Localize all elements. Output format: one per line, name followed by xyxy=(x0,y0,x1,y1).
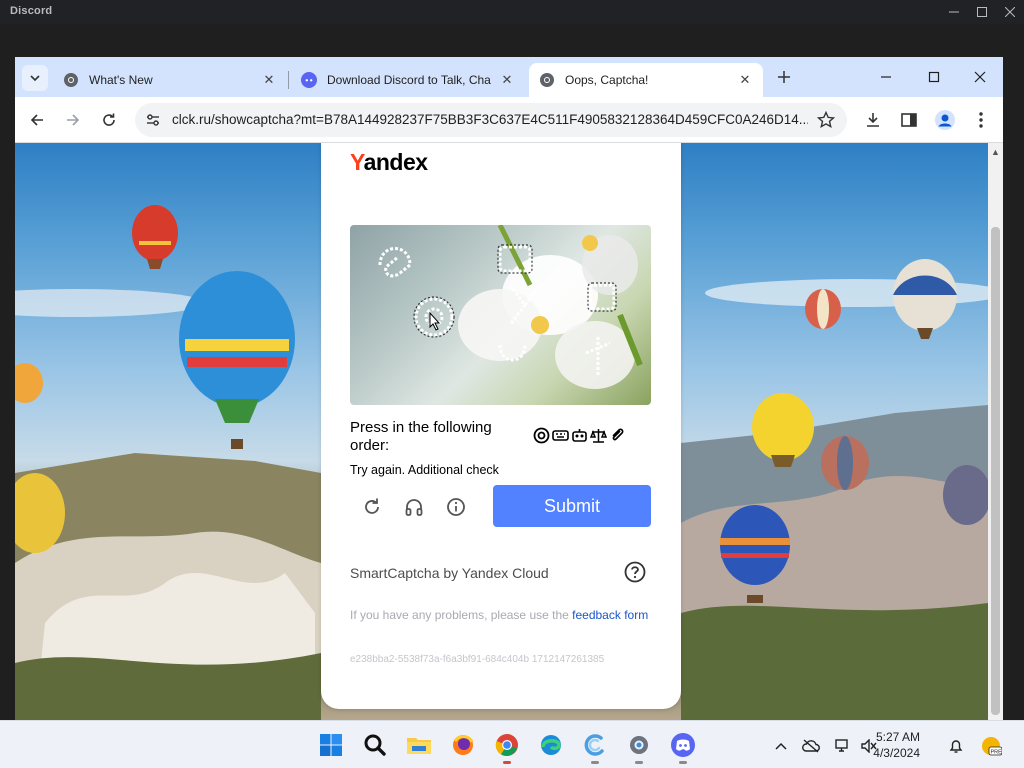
vertical-scrollbar[interactable]: ▲ xyxy=(988,143,1003,721)
tab-separator xyxy=(288,71,289,89)
scroll-thumb[interactable] xyxy=(991,227,1000,715)
tab-title: Download Discord to Talk, Cha xyxy=(327,73,491,87)
captcha-challenge-image[interactable] xyxy=(350,225,651,405)
back-button[interactable] xyxy=(23,106,51,134)
downloads-button[interactable] xyxy=(859,106,887,134)
reload-button[interactable] xyxy=(95,106,123,134)
audio-captcha-button[interactable] xyxy=(400,493,428,521)
chrome-icon[interactable] xyxy=(491,729,523,764)
tab-close-icon[interactable]: ✕ xyxy=(261,72,277,88)
edge-icon[interactable] xyxy=(535,729,567,761)
paperclip-icon xyxy=(609,427,626,444)
file-explorer-icon[interactable] xyxy=(403,729,435,761)
captcha-hint: Try again. Additional check xyxy=(350,463,499,477)
cloud-offline-icon[interactable] xyxy=(800,735,822,757)
bookmark-star-icon[interactable] xyxy=(817,111,835,129)
settings-icon[interactable] xyxy=(623,729,655,764)
system-clock[interactable]: 5:27 AM 4/3/2024 xyxy=(864,729,920,761)
url-text[interactable]: clck.ru/showcaptcha?mt=B78A144928237F75B… xyxy=(172,112,808,127)
maximize-icon xyxy=(928,71,940,83)
firefox-icon[interactable] xyxy=(447,729,479,761)
info-button[interactable] xyxy=(442,493,470,521)
notifications-bell-icon[interactable] xyxy=(945,735,967,757)
tab-search-button[interactable] xyxy=(22,65,48,91)
forward-button[interactable] xyxy=(59,106,87,134)
captcha-flowers-image xyxy=(378,225,643,389)
captcha-order-icons xyxy=(533,427,626,445)
search-icon[interactable] xyxy=(359,729,391,761)
discord-close-button[interactable] xyxy=(994,0,1024,24)
kebab-menu-icon xyxy=(979,112,983,128)
tab-close-icon[interactable]: ✕ xyxy=(499,72,515,88)
captcha-card: Yandex Press in the following order: Try… xyxy=(321,143,681,709)
tab-title: What's New xyxy=(89,73,153,87)
discord-icon xyxy=(301,72,317,88)
tab-close-icon[interactable]: ✕ xyxy=(737,72,753,88)
minimize-icon xyxy=(881,76,891,78)
submit-button[interactable]: Submit xyxy=(493,485,651,527)
browser-toolbar: clck.ru/showcaptcha?mt=B78A144928237F75B… xyxy=(15,97,1003,143)
plus-icon xyxy=(778,71,790,83)
avatar-icon xyxy=(935,110,955,130)
feedback-form-link[interactable]: feedback form xyxy=(572,608,648,622)
side-panel-button[interactable] xyxy=(895,106,923,134)
scroll-up-arrow-icon[interactable]: ▲ xyxy=(991,147,1000,157)
chrome-icon xyxy=(64,73,78,87)
discord-title-bar: Discord xyxy=(0,0,1024,24)
minimize-icon xyxy=(949,11,959,13)
windows-taskbar: 5:27 AM 4/3/2024 PRE xyxy=(0,720,1024,768)
captcha-request-id: e238bba2-5538f73a-f6a3bf91-684c404b 1712… xyxy=(350,654,605,665)
browser-window: What's New ✕ Download Discord to Talk, C… xyxy=(15,57,1003,721)
site-settings-icon xyxy=(147,114,159,126)
chrome-icon xyxy=(540,73,554,87)
scales-icon xyxy=(590,427,607,444)
windows-start-icon[interactable] xyxy=(315,729,347,761)
profile-button[interactable] xyxy=(931,106,959,134)
headphones-icon xyxy=(405,499,423,516)
reload-icon xyxy=(103,113,115,126)
show-hidden-icons-chevron-icon[interactable] xyxy=(770,735,792,757)
address-bar[interactable]: clck.ru/showcaptcha?mt=B78A144928237F75B… xyxy=(135,103,847,137)
at-sign-icon xyxy=(533,427,550,444)
maximize-icon xyxy=(977,7,987,17)
chevron-down-icon xyxy=(30,75,40,82)
close-icon xyxy=(1005,7,1015,17)
refresh-icon xyxy=(365,498,379,514)
tab-whats-new[interactable]: What's New ✕ xyxy=(53,63,287,97)
problems-note: If you have any problems, please use the… xyxy=(350,608,649,622)
captcha-instruction: Press in the following order: xyxy=(350,419,492,454)
discord-icon[interactable] xyxy=(667,729,699,764)
download-icon xyxy=(867,113,879,127)
tab-oops-captcha[interactable]: Oops, Captcha! ✕ xyxy=(529,63,763,97)
tab-strip: What's New ✕ Download Discord to Talk, C… xyxy=(15,57,1003,97)
discord-window-title: Discord xyxy=(10,5,53,17)
clock-date: 4/3/2024 xyxy=(873,746,920,760)
menu-button[interactable] xyxy=(967,106,995,134)
help-icon[interactable] xyxy=(624,561,646,583)
page-viewport: ▲ Yandex Press in the following order: T… xyxy=(15,143,1003,721)
arrow-right-icon xyxy=(67,114,80,126)
robot-icon xyxy=(571,427,588,444)
side-panel-icon xyxy=(901,113,917,127)
close-icon xyxy=(974,71,986,83)
copilot-preview-icon[interactable]: PRE xyxy=(980,735,1002,757)
refresh-captcha-button[interactable] xyxy=(358,493,386,521)
smartcaptcha-label: SmartCaptcha by Yandex Cloud xyxy=(350,565,549,581)
keyboard-icon xyxy=(552,427,569,444)
browser-maximize-button[interactable] xyxy=(911,63,957,91)
network-icon[interactable] xyxy=(832,735,854,757)
arrow-left-icon xyxy=(30,114,43,126)
clock-time: 5:27 AM xyxy=(875,730,920,744)
info-icon xyxy=(447,498,465,516)
yandex-logo: Yandex xyxy=(350,149,428,175)
browser-close-button[interactable] xyxy=(957,63,1003,91)
ccleaner-icon[interactable] xyxy=(579,729,611,764)
svg-text:PRE: PRE xyxy=(991,750,1003,756)
new-tab-button[interactable] xyxy=(773,66,795,88)
tab-download-discord[interactable]: Download Discord to Talk, Cha ✕ xyxy=(291,63,525,97)
browser-minimize-button[interactable] xyxy=(863,63,909,91)
tab-title: Oops, Captcha! xyxy=(565,73,649,87)
